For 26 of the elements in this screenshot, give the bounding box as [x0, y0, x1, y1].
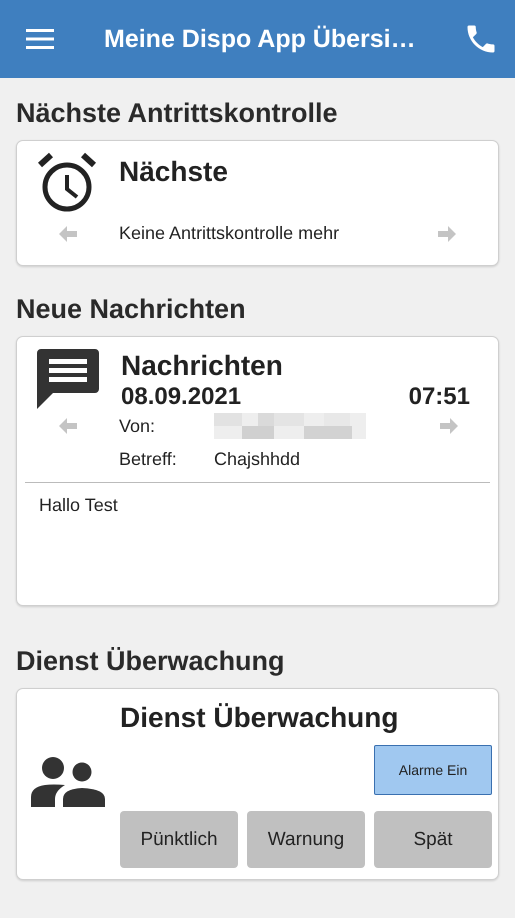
status-button[interactable]: Warnung: [247, 811, 365, 868]
message-body: Hallo Test: [39, 495, 119, 516]
card-title: Nachrichten: [121, 349, 284, 383]
alarm-toggle-button[interactable]: Alarme Ein: [374, 745, 492, 795]
status-button[interactable]: Spät: [374, 811, 492, 868]
card-title: Dienst Überwachung: [120, 701, 400, 735]
people-icon: [31, 757, 105, 807]
right-arrow-icon[interactable]: [438, 226, 456, 242]
field-label: Von:: [119, 416, 156, 436]
app-title: Meine Dispo App Übersi…: [104, 24, 417, 54]
message-date: 08.09.2021: [121, 383, 242, 411]
chat-message-icon: [37, 349, 99, 411]
left-arrow-icon[interactable]: [59, 226, 77, 242]
subject-text: Chajshhdd: [214, 449, 300, 470]
section-heading: Neue Nachrichten: [16, 293, 247, 326]
alarm-clock-icon: [37, 151, 97, 213]
right-arrow-icon[interactable]: [440, 418, 458, 434]
menu-icon[interactable]: [26, 29, 54, 49]
status-text: Keine Antrittskontrolle mehr: [119, 223, 340, 244]
left-arrow-icon[interactable]: [59, 418, 77, 434]
card-title: Nächste: [119, 155, 228, 189]
section-heading: Dienst Überwachung: [16, 645, 286, 678]
section-heading: Nächste Antrittskontrolle: [16, 97, 339, 130]
status-button[interactable]: Pünktlich: [120, 811, 238, 868]
message-time: 07:51: [408, 383, 470, 411]
field-label: Betreff:: [119, 449, 178, 470]
